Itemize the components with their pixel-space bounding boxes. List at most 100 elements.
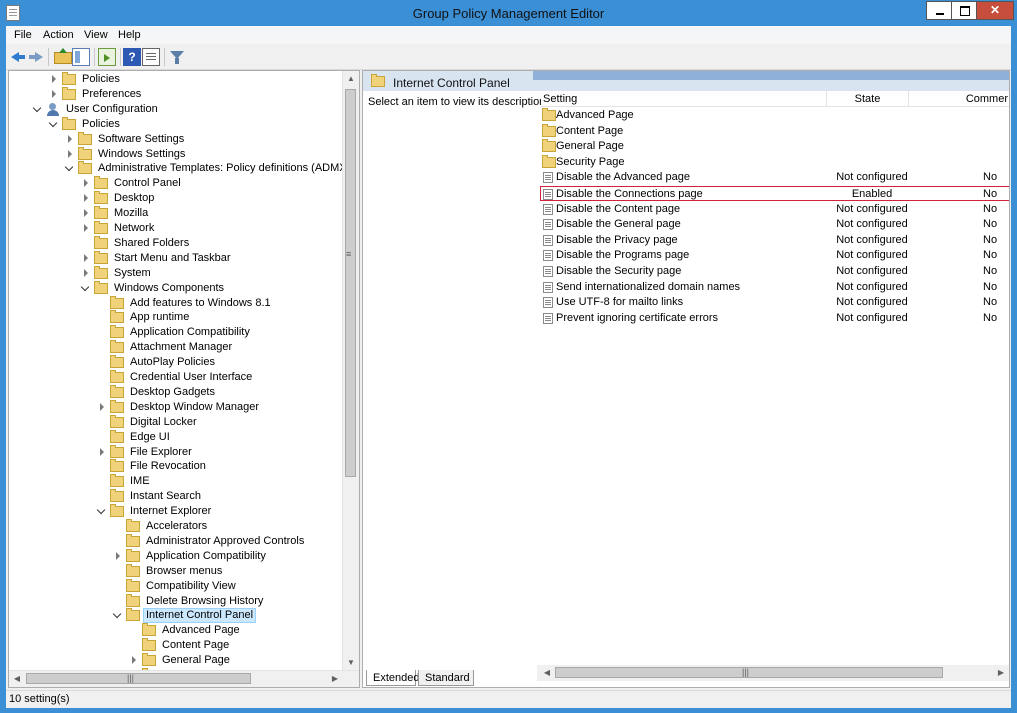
settings-list[interactable]: Setting State Commer Advanced Page Conten… [537, 91, 1009, 669]
up-one-level-icon[interactable] [54, 48, 72, 64]
scroll-up-icon[interactable]: ▲ [343, 71, 359, 87]
collapsed-arrow-icon[interactable] [100, 447, 104, 456]
collapsed-arrow-icon[interactable] [84, 209, 88, 218]
expanded-arrow-icon[interactable] [32, 103, 42, 113]
list-item-policy[interactable]: Send internationalized domain names Not c… [541, 280, 1009, 295]
expanded-arrow-icon[interactable] [80, 282, 90, 291]
column-header-state[interactable]: State [827, 91, 909, 107]
tree-vertical-scrollbar[interactable]: ▲ ≡ ▼ [342, 71, 359, 671]
setting-state: Not configured [836, 280, 908, 293]
export-list-icon[interactable] [98, 48, 116, 66]
list-item-folder[interactable]: Security Page [541, 154, 1009, 170]
scroll-thumb[interactable] [26, 673, 251, 684]
folder-icon [126, 578, 140, 592]
tree-item-label: Desktop Gadgets [130, 385, 215, 398]
filter-icon[interactable] [168, 48, 186, 66]
tree-item-label: Policies [82, 117, 120, 130]
toolbar: ? [6, 45, 1011, 70]
collapsed-arrow-icon[interactable] [116, 551, 120, 560]
scroll-grip-icon: ||| [127, 673, 135, 683]
folder-icon [94, 265, 108, 279]
folder-icon [94, 221, 108, 234]
folder-icon [78, 146, 92, 160]
close-button[interactable]: ✕ [976, 1, 1014, 20]
expanded-arrow-icon[interactable] [64, 163, 74, 172]
list-item-folder[interactable]: Content Page [541, 123, 1009, 139]
setting-comment: No [983, 280, 998, 293]
scroll-down-icon[interactable]: ▼ [343, 655, 359, 671]
tree-item-label: User Configuration [66, 102, 158, 115]
list-item-policy[interactable]: Disable the Programs page Not configured N… [541, 248, 1009, 263]
tree-horizontal-scrollbar[interactable]: ◀ ||| ▶ [9, 670, 359, 687]
collapsed-arrow-icon[interactable] [52, 75, 56, 83]
list-item-policy[interactable]: Disable the Content page Not configured No [541, 202, 1009, 217]
folder-icon [542, 154, 556, 168]
expanded-arrow-icon[interactable] [96, 505, 106, 515]
folder-icon [142, 653, 156, 667]
collapsed-arrow-icon[interactable] [68, 149, 72, 158]
list-item-policy[interactable]: Disable the Privacy page Not configured No [541, 233, 1009, 248]
tab-extended[interactable]: Extended [366, 670, 419, 686]
folder-icon [94, 280, 108, 294]
collapsed-arrow-icon[interactable] [132, 656, 136, 665]
scroll-grip-icon: ≡ [346, 249, 352, 259]
tree-item-label: Network [114, 222, 155, 234]
folder-icon [110, 459, 124, 473]
column-header-comment[interactable]: Commer [909, 91, 1009, 107]
properties-icon[interactable] [142, 48, 160, 66]
tree-item-label: Advanced Page [162, 624, 240, 637]
column-header-setting[interactable]: Setting [541, 91, 827, 107]
status-text: 10 setting(s) [9, 693, 70, 705]
collapsed-arrow-icon[interactable] [84, 179, 88, 188]
setting-state: Not configured [836, 233, 908, 246]
collapsed-arrow-icon[interactable] [84, 253, 88, 262]
list-item-policy[interactable]: Disable the General page Not configured No [541, 217, 1009, 232]
tree-item-label: System [114, 266, 151, 279]
scroll-right-icon[interactable]: ▶ [327, 671, 343, 687]
menu-file[interactable]: File [14, 29, 32, 41]
app-window: Group Policy Management Editor ✕ File Ac… [0, 0, 1017, 713]
setting-name: General Page [556, 140, 624, 153]
menu-help[interactable]: Help [118, 29, 141, 41]
scroll-left-icon[interactable]: ◀ [9, 671, 25, 687]
collapsed-arrow-icon[interactable] [84, 224, 88, 232]
folder-icon [110, 384, 124, 398]
expanded-arrow-icon[interactable] [112, 610, 122, 619]
forward-arrow-icon[interactable] [27, 48, 45, 66]
list-item-folder[interactable]: General Page [541, 139, 1009, 154]
tree-item-label: Attachment Manager [130, 341, 233, 354]
scroll-thumb[interactable] [345, 89, 356, 477]
collapsed-arrow-icon[interactable] [52, 89, 56, 98]
collapsed-arrow-icon[interactable] [84, 268, 88, 277]
console-tree[interactable]: Policies Preferences User Configuration Pol… [8, 70, 360, 688]
tree-item-label: Accelerators [146, 520, 208, 532]
folder-icon [62, 86, 76, 100]
tree-item-label: IME [130, 475, 150, 488]
show-hide-console-tree-icon[interactable] [72, 48, 90, 66]
minimize-button[interactable] [926, 1, 952, 20]
list-item-policy[interactable]: Disable the Connections page Enabled No [540, 186, 1009, 201]
list-item-policy[interactable]: Prevent ignoring certificate errors Not c… [541, 311, 1009, 326]
back-arrow-icon[interactable] [9, 48, 27, 66]
maximize-button[interactable] [951, 1, 977, 20]
collapsed-arrow-icon[interactable] [84, 194, 88, 203]
expanded-arrow-icon[interactable] [48, 118, 58, 127]
tree-item-label: Start Menu and Taskbar [114, 251, 231, 264]
list-item-policy[interactable]: Disable the Security page Not configured N… [541, 264, 1009, 279]
menu-bar: File Action View Help [6, 26, 1011, 44]
tab-standard[interactable]: Standard [418, 670, 474, 686]
menu-view[interactable]: View [84, 29, 108, 41]
policy-setting-icon [543, 219, 553, 231]
tree-item-label: File Explorer [130, 445, 192, 458]
list-item-policy[interactable]: Use UTF-8 for mailto links Not configured… [541, 295, 1009, 310]
collapsed-arrow-icon[interactable] [68, 134, 72, 143]
list-item-folder[interactable]: Advanced Page [541, 108, 1009, 123]
menu-action[interactable]: Action [43, 29, 74, 41]
help-icon[interactable]: ? [123, 48, 141, 66]
tree-item-label: Edge UI [130, 430, 170, 443]
title-bar[interactable]: Group Policy Management Editor ✕ [0, 0, 1017, 26]
collapsed-arrow-icon[interactable] [100, 402, 104, 411]
description-text: Select an item to view its description. [368, 96, 549, 108]
list-item-policy[interactable]: Disable the Advanced page Not configured N… [541, 170, 1009, 185]
folder-icon [371, 74, 385, 87]
